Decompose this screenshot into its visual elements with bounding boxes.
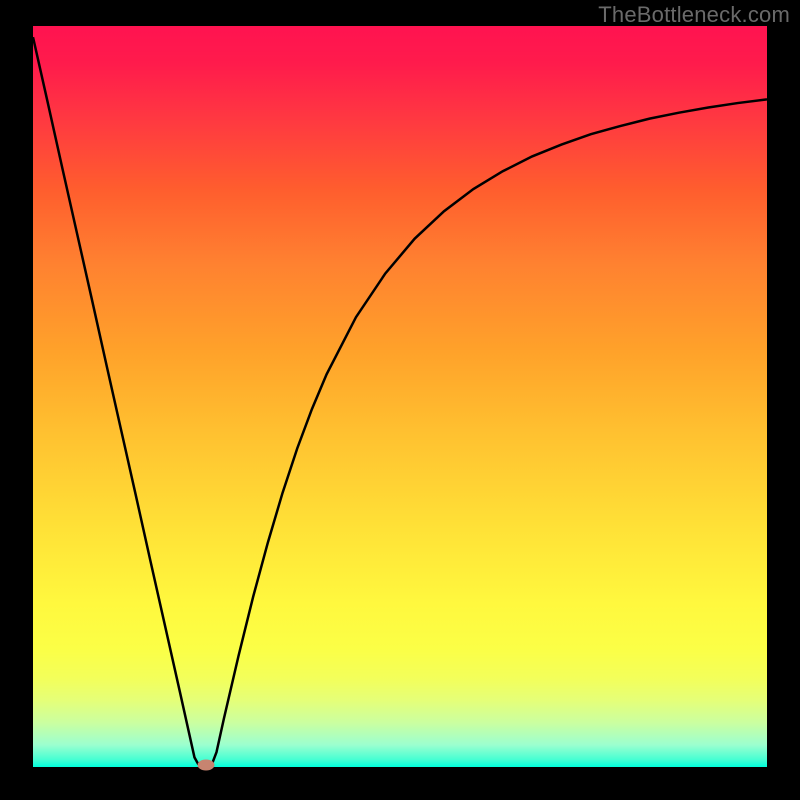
curve-svg bbox=[33, 26, 767, 767]
bottleneck-curve-path bbox=[33, 37, 767, 765]
plot-area bbox=[33, 26, 767, 767]
watermark-text: TheBottleneck.com bbox=[598, 2, 790, 28]
minimum-marker bbox=[198, 759, 215, 770]
chart-container: TheBottleneck.com bbox=[0, 0, 800, 800]
